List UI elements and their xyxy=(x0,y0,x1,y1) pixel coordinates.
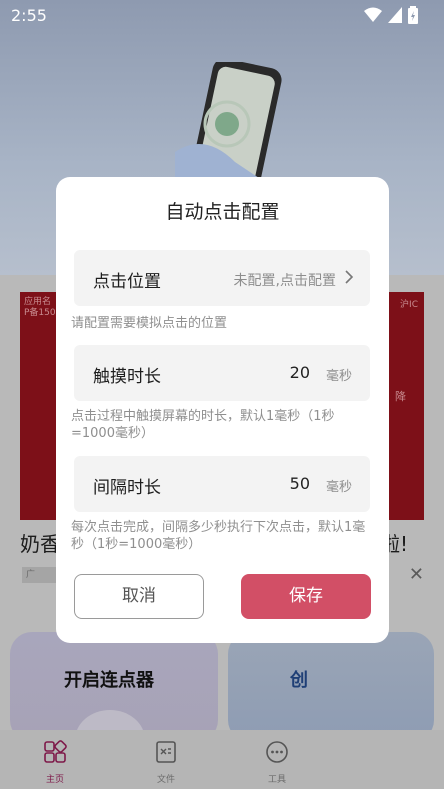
interval-duration-unit: 毫秒 xyxy=(325,480,352,495)
touch-duration-label: 触摸时长 xyxy=(93,367,161,387)
chevron-right-icon xyxy=(345,270,354,284)
touch-duration-unit: 毫秒 xyxy=(325,369,352,384)
cancel-button[interactable]: 取消 xyxy=(74,574,204,619)
save-button[interactable]: 保存 xyxy=(241,574,371,619)
click-position-label: 点击位置 xyxy=(93,272,161,292)
click-position-row[interactable]: 点击位置 未配置,点击配置 xyxy=(74,250,370,306)
click-position-value: 未配置,点击配置 xyxy=(233,273,336,289)
interval-duration-row: 间隔时长 50 毫秒 xyxy=(74,456,370,512)
click-position-hint: 请配置需要模拟点击的位置 xyxy=(71,316,228,331)
dialog-title: 自动点击配置 xyxy=(165,201,280,223)
interval-duration-input[interactable]: 50 xyxy=(290,474,310,493)
auto-click-config-dialog: 自动点击配置 点击位置 未配置,点击配置 请配置需要模拟点击的位置 触摸时长 2… xyxy=(56,177,389,643)
touch-duration-input[interactable]: 20 xyxy=(290,363,310,382)
touch-duration-hint: 点击过程中触摸屏幕的时长，默认1毫秒（1秒=1000毫秒） xyxy=(71,409,335,441)
interval-duration-label: 间隔时长 xyxy=(93,478,161,498)
touch-duration-row: 触摸时长 20 毫秒 xyxy=(74,345,370,401)
interval-duration-hint: 每次点击完成，间隔多少秒执行下次点击，默认1毫秒（1秒=1000毫秒） xyxy=(71,520,366,552)
